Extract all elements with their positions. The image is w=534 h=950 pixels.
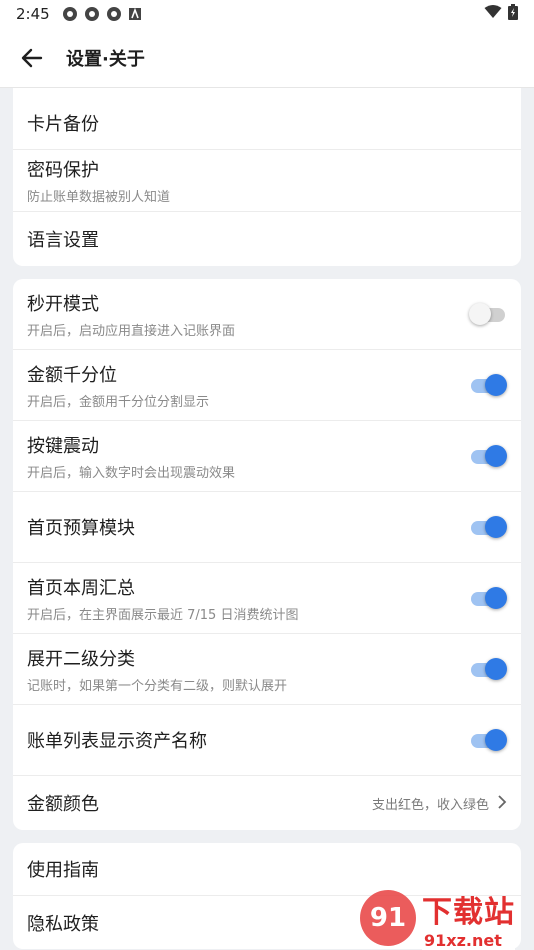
setting-user-guide[interactable]: 使用指南 (13, 843, 521, 896)
setting-card-backup[interactable]: 卡片备份 (13, 96, 521, 150)
setting-show-asset-name[interactable]: 账单列表显示资产名称 (13, 705, 521, 776)
setting-description: 开启后，在主界面展示最近 7/15 日消费统计图 (27, 607, 299, 623)
setting-expand-subcategory[interactable]: 展开二级分类 记账时，如果第一个分类有二级，则默认展开 (13, 634, 521, 705)
setting-label: 卡片备份 (27, 113, 99, 135)
wifi-icon (484, 5, 502, 23)
setting-description: 开启后，输入数字时会出现震动效果 (27, 465, 236, 481)
setting-description: 开启后，启动应用直接进入记账界面 (27, 323, 236, 339)
settings-list: 卡片备份 密码保护 防止账单数据被别人知道 语言设置 秒开模式 开启后，启动应用… (0, 88, 534, 949)
home-budget-toggle[interactable] (469, 515, 507, 539)
setting-label: 隐私政策 (27, 913, 99, 935)
back-arrow-icon (21, 48, 43, 67)
setting-privacy-policy[interactable]: 隐私政策 (13, 896, 521, 949)
status-bar: 2:45 (0, 0, 534, 28)
show-asset-name-toggle[interactable] (469, 728, 507, 752)
notification-icon (62, 6, 78, 22)
setting-home-budget[interactable]: 首页预算模块 (13, 492, 521, 563)
setting-label: 展开二级分类 (27, 648, 135, 670)
setting-description: 记账时，如果第一个分类有二级，则默认展开 (27, 678, 288, 694)
setting-label: 语言设置 (27, 230, 99, 251)
setting-language[interactable]: 语言设置 (13, 212, 521, 266)
chevron-right-icon (497, 794, 507, 813)
back-button[interactable] (16, 42, 48, 74)
setting-weekly-summary[interactable]: 首页本周汇总 开启后，在主界面展示最近 7/15 日消费统计图 (13, 563, 521, 634)
expand-subcategory-toggle[interactable] (469, 657, 507, 681)
setting-key-vibration[interactable]: 按键震动 开启后，输入数字时会出现震动效果 (13, 421, 521, 492)
settings-group-backup: 卡片备份 密码保护 防止账单数据被别人知道 语言设置 (13, 88, 521, 266)
setting-label: 密码保护 (27, 160, 99, 181)
setting-quick-open[interactable]: 秒开模式 开启后，启动应用直接进入记账界面 (13, 279, 521, 350)
setting-description: 防止账单数据被别人知道 (27, 190, 171, 205)
settings-group-preferences: 秒开模式 开启后，启动应用直接进入记账界面 金额千分位 开启后，金额用千分位分割… (13, 279, 521, 830)
app-a-icon (128, 7, 142, 21)
setting-label: 首页本周汇总 (27, 577, 135, 599)
setting-password-protect[interactable]: 密码保护 防止账单数据被别人知道 (13, 150, 521, 212)
battery-icon (508, 4, 518, 24)
amount-color-value: 支出红色，收入绿色 (371, 797, 489, 813)
setting-label: 使用指南 (27, 860, 99, 881)
notification-icon (84, 6, 100, 22)
key-vibration-toggle[interactable] (469, 444, 507, 468)
setting-thousands-separator[interactable]: 金额千分位 开启后，金额用千分位分割显示 (13, 350, 521, 421)
setting-label: 账单列表显示资产名称 (27, 731, 207, 752)
setting-description: 开启后，金额用千分位分割显示 (27, 394, 210, 410)
thousands-separator-toggle[interactable] (469, 373, 507, 397)
settings-group-about: 使用指南 隐私政策 (13, 843, 521, 949)
setting-label: 按键震动 (27, 435, 99, 457)
page-title: 设置·关于 (66, 48, 145, 70)
setting-label: 首页预算模块 (27, 518, 135, 539)
setting-label: 金额千分位 (27, 364, 117, 386)
app-bar: 设置·关于 (0, 28, 534, 88)
notification-icon (106, 6, 122, 22)
setting-label: 金额颜色 (27, 794, 99, 815)
weekly-summary-toggle[interactable] (469, 586, 507, 610)
quick-open-toggle[interactable] (469, 302, 507, 326)
setting-amount-color[interactable]: 金额颜色 支出红色，收入绿色 (13, 776, 521, 830)
setting-label: 秒开模式 (27, 293, 99, 315)
status-time: 2:45 (16, 5, 50, 23)
